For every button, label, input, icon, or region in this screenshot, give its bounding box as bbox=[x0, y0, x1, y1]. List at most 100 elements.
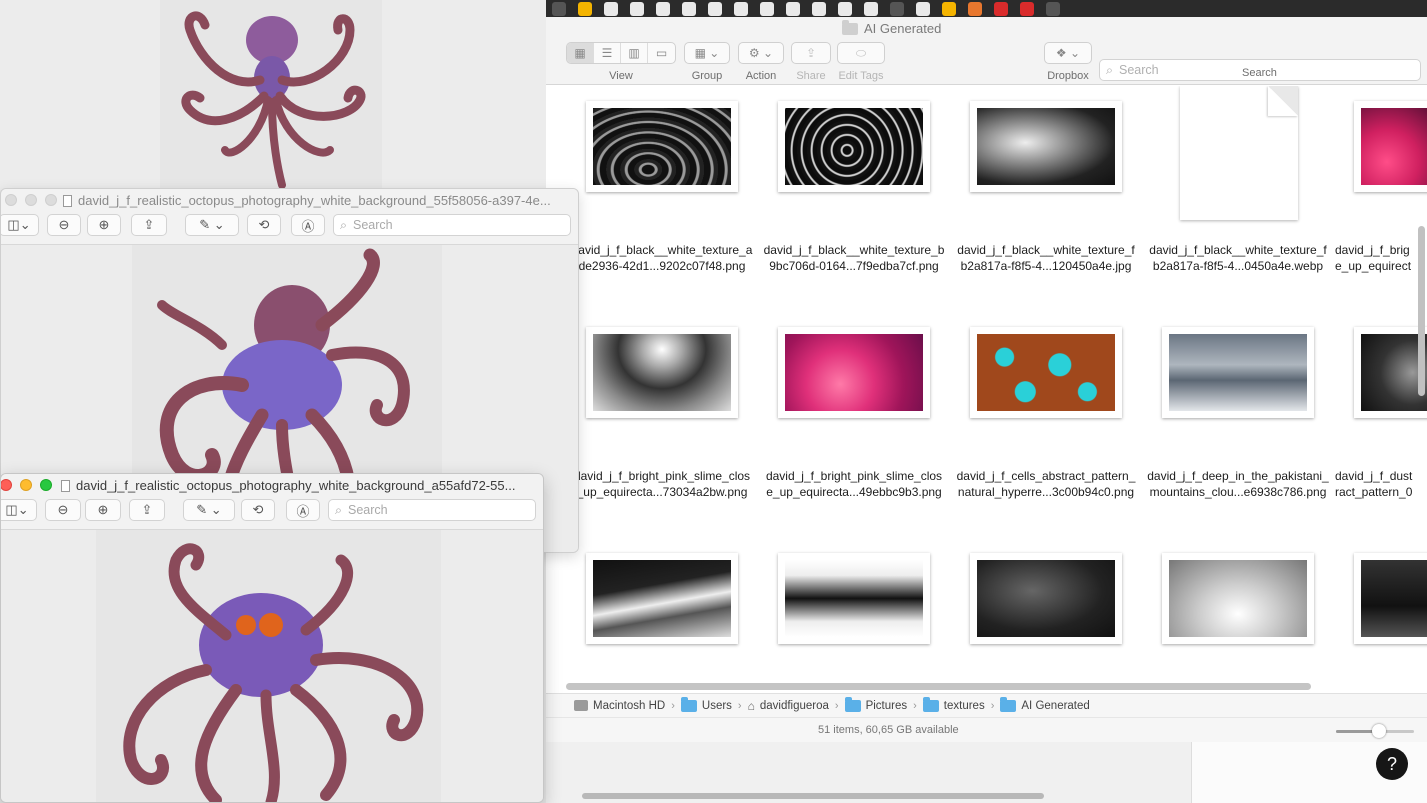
close-button[interactable] bbox=[5, 194, 17, 206]
file-thumbnail[interactable] bbox=[778, 553, 930, 644]
path-item-pictures[interactable]: Pictures bbox=[844, 696, 907, 712]
preview-search-input[interactable]: ⌕ Search bbox=[333, 214, 571, 236]
zoom-out-icon[interactable]: ⊖ bbox=[47, 214, 81, 236]
bookmark-icon[interactable] bbox=[630, 1, 644, 16]
minimize-button[interactable] bbox=[25, 194, 37, 206]
path-item-home[interactable]: ⌂ davidfigueroa bbox=[748, 699, 829, 713]
annotate-icon[interactable]: Ⓐ bbox=[286, 499, 320, 521]
file-label[interactable]: david_j_f_black__white_texture_b 9bc706d… bbox=[759, 242, 949, 274]
sidebar-toggle-button[interactable]: ◫⌄ bbox=[1, 214, 39, 236]
bookmark-icon[interactable] bbox=[890, 1, 904, 16]
file-thumbnail[interactable] bbox=[970, 553, 1122, 644]
file-label[interactable]: david_j_f_bright_pink_slime_clos _up_equ… bbox=[567, 468, 757, 500]
icon-view-icon[interactable]: ▦ bbox=[567, 43, 594, 63]
file-thumbnail[interactable] bbox=[970, 101, 1122, 192]
file-label[interactable]: david_j_f_black__white_texture_f b2a817a… bbox=[951, 242, 1141, 274]
zoom-button[interactable] bbox=[40, 479, 52, 491]
share-button[interactable]: ⇪ bbox=[791, 42, 831, 64]
horizontal-scrollbar[interactable] bbox=[582, 793, 1044, 799]
preview-search-input[interactable]: ⌕ Search bbox=[328, 499, 536, 521]
file-name-line: 9bc706d-0164...7f9edba7cf.png bbox=[769, 259, 939, 273]
document-icon[interactable] bbox=[1180, 86, 1298, 220]
action-group: ⚙ ⌄ Action bbox=[738, 42, 784, 82]
file-label[interactable]: david_j_f_black__white_texture_a de2936-… bbox=[567, 242, 757, 274]
help-button[interactable]: ? bbox=[1376, 748, 1408, 780]
bookmark-icon[interactable] bbox=[578, 1, 592, 16]
bookmark-icon[interactable] bbox=[916, 1, 930, 16]
zoom-in-icon[interactable]: ⊕ bbox=[87, 214, 121, 236]
action-button[interactable]: ⚙ ⌄ bbox=[738, 42, 784, 64]
action-label: Action bbox=[745, 70, 777, 82]
home-icon: ⌂ bbox=[747, 698, 755, 713]
zoom-out-icon[interactable]: ⊖ bbox=[45, 499, 81, 521]
path-item-textures[interactable]: textures bbox=[922, 696, 985, 712]
bookmark-icon[interactable] bbox=[994, 1, 1008, 16]
bookmark-icon[interactable] bbox=[1020, 1, 1034, 16]
markup-pen-icon[interactable]: ✎ ⌄ bbox=[185, 214, 239, 236]
window-controls bbox=[5, 194, 57, 206]
bookmark-icon[interactable] bbox=[812, 1, 826, 16]
rotate-icon[interactable]: ⟲ bbox=[241, 499, 275, 521]
zoom-button[interactable] bbox=[45, 194, 57, 206]
bookmark-icon[interactable] bbox=[604, 1, 618, 16]
bookmark-icon[interactable] bbox=[942, 1, 956, 16]
dropbox-button[interactable]: ❖ ⌄ bbox=[1044, 42, 1092, 64]
list-view-icon[interactable]: ☰ bbox=[594, 43, 621, 63]
rotate-icon[interactable]: ⟲ bbox=[247, 214, 281, 236]
share-icon[interactable]: ⇪ bbox=[129, 499, 165, 521]
path-item-ai-generated[interactable]: AI Generated bbox=[1000, 696, 1090, 712]
file-thumbnail[interactable] bbox=[1162, 553, 1314, 644]
file-name-line: david_j_f_black__white_texture_f bbox=[957, 243, 1135, 257]
edit-tags-button[interactable]: ⬭ bbox=[837, 42, 885, 64]
file-thumbnail[interactable] bbox=[970, 327, 1122, 418]
file-thumbnail[interactable] bbox=[1354, 553, 1427, 644]
file-thumbnail[interactable] bbox=[586, 553, 738, 644]
slider-knob[interactable] bbox=[1371, 724, 1386, 738]
group-button[interactable]: ▦ ⌄ bbox=[684, 42, 730, 64]
bookmark-icon[interactable] bbox=[734, 1, 748, 16]
file-thumbnail[interactable] bbox=[586, 101, 738, 192]
markup-pen-icon[interactable]: ✎ ⌄ bbox=[183, 499, 235, 521]
folder-icon bbox=[844, 696, 861, 712]
path-item-macintosh-hd[interactable]: Macintosh HD bbox=[574, 700, 665, 712]
share-icon[interactable]: ⇪ bbox=[131, 214, 167, 236]
minimize-button[interactable] bbox=[20, 479, 32, 491]
file-thumbnail[interactable] bbox=[586, 327, 738, 418]
search-icon: ⌕ bbox=[1106, 62, 1114, 77]
group-label: Group bbox=[691, 70, 723, 82]
document-icon bbox=[61, 479, 70, 492]
sidebar-toggle-button[interactable]: ◫⌄ bbox=[1, 499, 37, 521]
zoom-in-icon[interactable]: ⊕ bbox=[85, 499, 121, 521]
smoke-band-preview bbox=[785, 560, 923, 637]
bookmark-icon[interactable] bbox=[682, 1, 696, 16]
bookmark-icon[interactable] bbox=[864, 1, 878, 16]
bookmark-icon[interactable] bbox=[760, 1, 774, 16]
file-label[interactable]: david_j_f_brig e_up_equirect bbox=[1335, 242, 1427, 274]
vertical-scrollbar[interactable] bbox=[1418, 226, 1425, 396]
path-item-users[interactable]: Users bbox=[680, 696, 732, 712]
bookmarks-bar bbox=[546, 0, 1427, 17]
bookmark-icon[interactable] bbox=[786, 1, 800, 16]
file-grid: david_j_f_black__white_texture_a de2936-… bbox=[546, 86, 1427, 680]
file-thumbnail[interactable] bbox=[1354, 327, 1427, 418]
bookmark-icon[interactable] bbox=[838, 1, 852, 16]
gallery-view-icon[interactable]: ▭ bbox=[648, 43, 675, 63]
annotate-icon[interactable]: Ⓐ bbox=[291, 214, 325, 236]
file-thumbnail[interactable] bbox=[778, 101, 930, 192]
bookmark-icon[interactable] bbox=[552, 1, 566, 16]
bookmark-icon[interactable] bbox=[656, 1, 670, 16]
file-label[interactable]: david_j_f_bright_pink_slime_clos e_up_eq… bbox=[759, 468, 949, 500]
file-thumbnail[interactable] bbox=[778, 327, 930, 418]
close-button[interactable] bbox=[1, 479, 12, 491]
horizontal-scrollbar[interactable] bbox=[566, 683, 1311, 690]
bookmark-icon[interactable] bbox=[968, 1, 982, 16]
bookmark-icon[interactable] bbox=[1046, 1, 1060, 16]
file-label[interactable]: david_j_f_dust ract_pattern_0 bbox=[1335, 468, 1427, 500]
file-thumbnail[interactable] bbox=[1162, 327, 1314, 418]
file-thumbnail[interactable] bbox=[1354, 101, 1427, 192]
bookmark-icon[interactable] bbox=[708, 1, 722, 16]
file-label[interactable]: david_j_f_deep_in_the_pakistani_ mountai… bbox=[1143, 468, 1333, 500]
file-label[interactable]: david_j_f_black__white_texture_f b2a817a… bbox=[1143, 242, 1333, 274]
column-view-icon[interactable]: ▥ bbox=[621, 43, 648, 63]
file-label[interactable]: david_j_f_cells_abstract_pattern_ natura… bbox=[951, 468, 1141, 500]
